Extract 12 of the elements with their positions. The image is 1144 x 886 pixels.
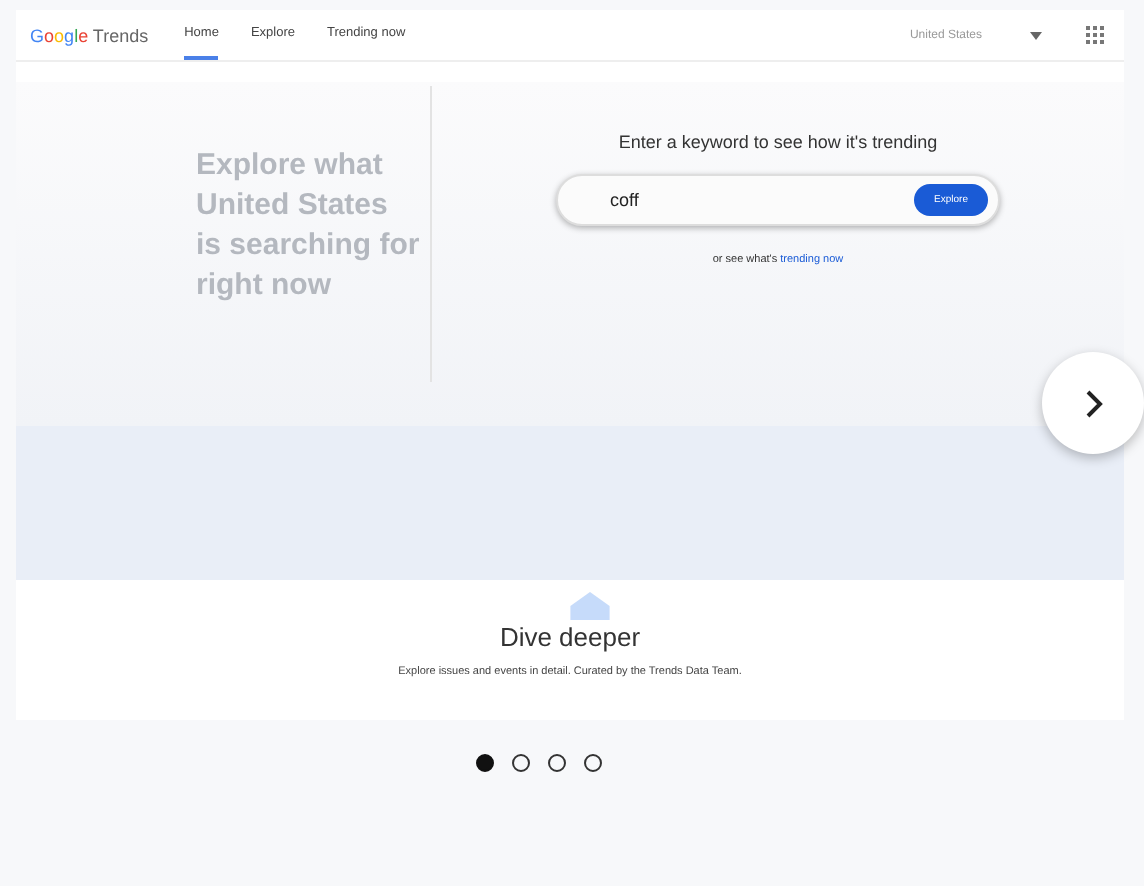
- carousel-dot[interactable]: [547, 754, 565, 772]
- google-trends-logo[interactable]: Google Trends: [30, 25, 149, 45]
- feature-title: Dive deeper: [499, 622, 641, 652]
- carousel-dot[interactable]: [475, 754, 493, 772]
- chevron-right-icon: [1081, 387, 1105, 419]
- caret-icon[interactable]: [1030, 31, 1042, 39]
- hero-tagline: Explore what United States is searching for right now: [196, 146, 420, 306]
- search-prompt: Enter a keyword to see how it's trending: [618, 132, 938, 152]
- carousel-dot[interactable]: [511, 754, 529, 772]
- pentagon-icon: [570, 592, 610, 620]
- apps-grid-icon[interactable]: [1086, 26, 1104, 44]
- carousel-dot[interactable]: [583, 754, 601, 772]
